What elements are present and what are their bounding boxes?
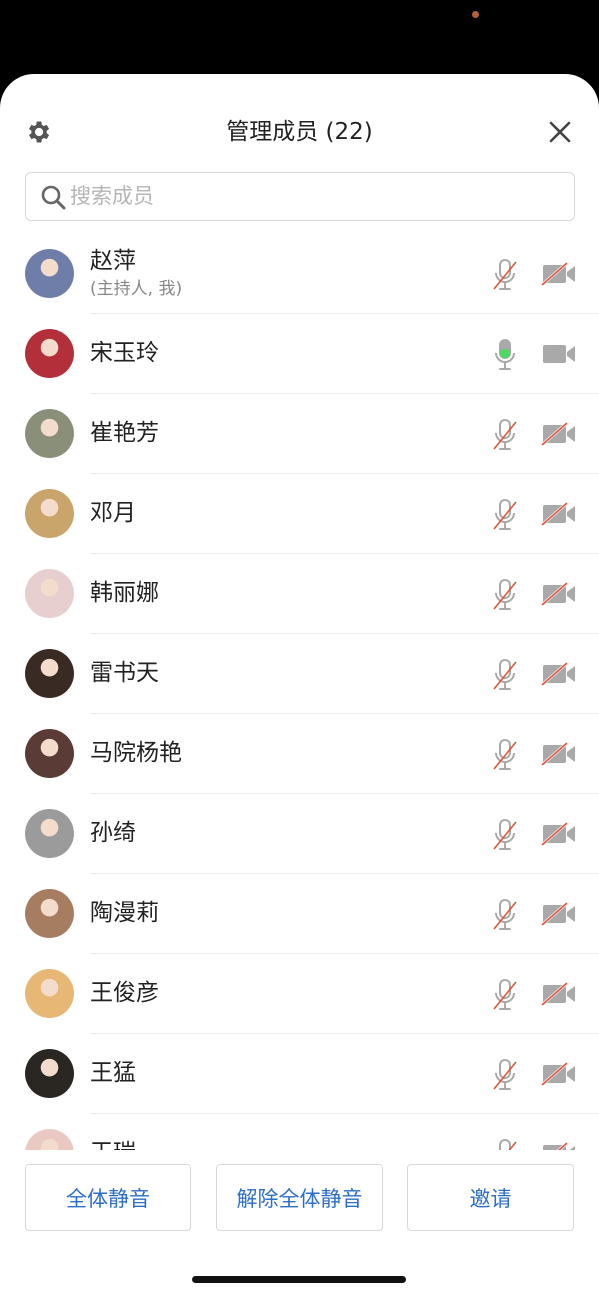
member-row[interactable]: 崔艳芳 bbox=[0, 394, 599, 474]
camera-off-icon[interactable] bbox=[541, 422, 577, 446]
camera-off-icon[interactable] bbox=[541, 1062, 577, 1086]
camera-off-icon[interactable] bbox=[541, 662, 577, 686]
member-name: 孙绮 bbox=[90, 820, 136, 846]
member-role: (主持人, 我) bbox=[90, 279, 183, 299]
camera-off-icon[interactable] bbox=[541, 822, 577, 846]
page-title: 管理成员 (22) bbox=[226, 119, 373, 145]
camera-off-icon[interactable] bbox=[541, 262, 577, 286]
member-name: 宋玉玲 bbox=[90, 340, 159, 366]
mic-muted-icon[interactable] bbox=[491, 658, 519, 692]
close-icon[interactable] bbox=[548, 120, 572, 144]
mic-muted-icon[interactable] bbox=[491, 1138, 519, 1150]
member-name: 马院杨艳 bbox=[90, 740, 182, 766]
mic-icon[interactable] bbox=[491, 338, 519, 372]
member-row[interactable]: 王俊彦 bbox=[0, 954, 599, 1034]
mic-muted-icon[interactable] bbox=[491, 498, 519, 532]
unmute-all-button[interactable]: 解除全体静音 bbox=[216, 1164, 383, 1231]
camera-icon[interactable] bbox=[541, 342, 577, 366]
member-name: 崔艳芳 bbox=[90, 420, 159, 446]
mic-muted-icon[interactable] bbox=[491, 418, 519, 452]
member-row[interactable]: 王瑞 bbox=[0, 1114, 599, 1150]
mic-muted-icon[interactable] bbox=[491, 898, 519, 932]
avatar bbox=[25, 1129, 74, 1150]
mic-muted-icon[interactable] bbox=[491, 818, 519, 852]
member-name: 邓月 bbox=[90, 500, 136, 526]
mic-muted-icon[interactable] bbox=[491, 978, 519, 1012]
member-name: 陶漫莉 bbox=[90, 900, 159, 926]
mute-all-button[interactable]: 全体静音 bbox=[25, 1164, 191, 1231]
member-name: 赵萍 bbox=[90, 248, 136, 274]
member-row[interactable]: 雷书天 bbox=[0, 634, 599, 714]
avatar bbox=[25, 729, 74, 778]
avatar bbox=[25, 649, 74, 698]
member-row[interactable]: 宋玉玲 bbox=[0, 314, 599, 394]
member-list: 赵萍 (主持人, 我) 宋玉玲崔艳芳邓月韩丽娜雷书天马院杨艳孙绮陶漫莉王俊彦王猛王瑞 bbox=[0, 234, 599, 1150]
avatar bbox=[25, 249, 74, 298]
avatar bbox=[25, 969, 74, 1018]
mic-muted-icon[interactable] bbox=[491, 738, 519, 772]
camera-off-icon[interactable] bbox=[541, 902, 577, 926]
avatar bbox=[25, 569, 74, 618]
mic-muted-icon[interactable] bbox=[491, 578, 519, 612]
member-row[interactable]: 邓月 bbox=[0, 474, 599, 554]
camera-off-icon[interactable] bbox=[541, 982, 577, 1006]
member-row[interactable]: 王猛 bbox=[0, 1034, 599, 1114]
camera-off-icon[interactable] bbox=[541, 502, 577, 526]
camera-off-icon[interactable] bbox=[541, 1142, 577, 1150]
member-name: 王瑞 bbox=[90, 1138, 136, 1150]
member-row[interactable]: 孙绮 bbox=[0, 794, 599, 874]
avatar bbox=[25, 489, 74, 538]
mic-muted-icon[interactable] bbox=[491, 258, 519, 292]
sheet-header: 管理成员 (22) bbox=[0, 74, 599, 172]
mic-muted-icon[interactable] bbox=[491, 1058, 519, 1092]
avatar bbox=[25, 409, 74, 458]
avatar bbox=[25, 889, 74, 938]
member-name: 王俊彦 bbox=[90, 980, 159, 1006]
search-icon bbox=[41, 185, 66, 210]
invite-button[interactable]: 邀请 bbox=[407, 1164, 574, 1231]
member-row[interactable]: 马院杨艳 bbox=[0, 714, 599, 794]
member-row[interactable]: 韩丽娜 bbox=[0, 554, 599, 634]
home-indicator bbox=[192, 1276, 406, 1283]
footer-actions: 全体静音 解除全体静音 邀请 bbox=[0, 1152, 599, 1297]
member-name: 韩丽娜 bbox=[90, 580, 159, 606]
member-name: 王猛 bbox=[90, 1060, 136, 1086]
search-input[interactable] bbox=[70, 173, 550, 219]
member-row[interactable]: 陶漫莉 bbox=[0, 874, 599, 954]
front-camera-dot bbox=[472, 11, 479, 18]
camera-off-icon[interactable] bbox=[541, 742, 577, 766]
manage-members-sheet: 管理成员 (22) 赵萍 (主持人, 我) 宋玉玲崔艳芳邓月韩丽娜雷书天马院杨艳孙绮… bbox=[0, 74, 599, 1297]
member-row[interactable]: 赵萍 (主持人, 我) bbox=[0, 234, 599, 314]
member-name: 雷书天 bbox=[90, 660, 159, 686]
camera-off-icon[interactable] bbox=[541, 582, 577, 606]
search-box[interactable] bbox=[25, 172, 575, 221]
avatar bbox=[25, 329, 74, 378]
avatar bbox=[25, 1049, 74, 1098]
avatar bbox=[25, 809, 74, 858]
